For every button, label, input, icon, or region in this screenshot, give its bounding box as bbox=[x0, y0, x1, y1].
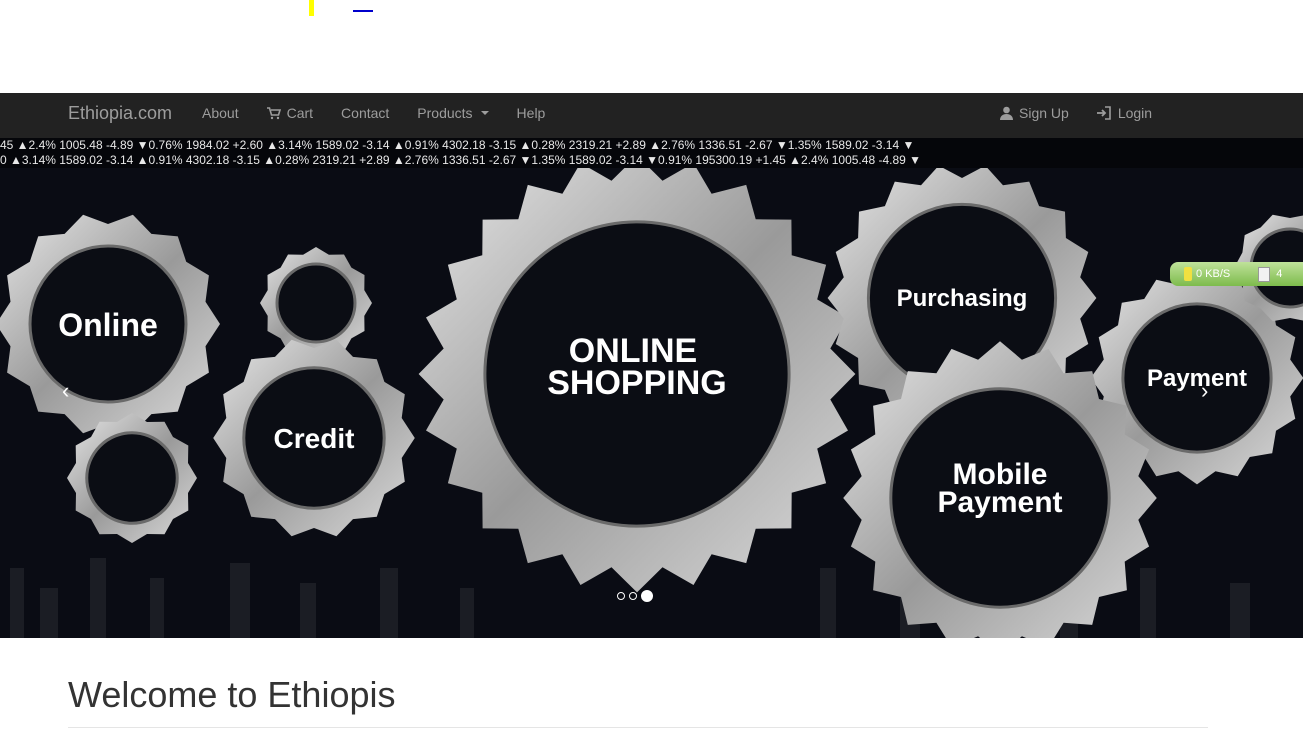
nav-right: Sign Up Login bbox=[986, 93, 1166, 133]
nav-login-label: Login bbox=[1117, 105, 1153, 121]
nav-contact[interactable]: Contact bbox=[327, 93, 403, 133]
nav-products-label: Products bbox=[417, 105, 473, 121]
nav-left: About Cart Contact Products Help bbox=[188, 93, 559, 133]
download-speed-icon bbox=[1184, 267, 1192, 281]
top-navbar: Ethiopia.com About Cart Contact Products… bbox=[0, 93, 1303, 138]
hero-carousel: 45 ▲2.4% 1005.48 -4.89 ▼0.76% 1984.02 +2… bbox=[0, 138, 1303, 638]
carousel-indicator-1[interactable] bbox=[617, 592, 625, 600]
nav-cart[interactable]: Cart bbox=[253, 93, 327, 133]
login-icon bbox=[1096, 106, 1111, 120]
speed-widget[interactable]: 0 KB/S 4 bbox=[1170, 262, 1303, 286]
nav-products-dropdown[interactable]: Products bbox=[403, 93, 502, 133]
brand-link[interactable]: Ethiopia.com bbox=[68, 93, 172, 133]
document-icon bbox=[1258, 266, 1271, 282]
nav-cart-label: Cart bbox=[286, 105, 314, 121]
welcome-heading: Welcome to Ethiopis bbox=[68, 674, 396, 715]
user-icon bbox=[1000, 106, 1013, 120]
heading-divider bbox=[68, 727, 1208, 728]
nav-about[interactable]: About bbox=[188, 93, 253, 133]
carousel-indicator-3[interactable] bbox=[641, 590, 653, 602]
nav-help[interactable]: Help bbox=[503, 93, 560, 133]
carousel-next-button[interactable]: › bbox=[1201, 378, 1208, 404]
carousel-indicators bbox=[617, 590, 653, 602]
ticker-row-2: 0 ▲3.14% 1589.02 -3.14 ▲0.91% 4302.18 -3… bbox=[0, 153, 922, 167]
shopping-cart-icon bbox=[266, 106, 281, 119]
speed-value: 0 KB/S bbox=[1196, 268, 1231, 280]
blue-underline-mark bbox=[353, 10, 373, 12]
annotation-marks bbox=[0, 0, 1303, 93]
widget-count: 4 bbox=[1276, 268, 1283, 280]
nav-help-label: Help bbox=[516, 105, 546, 121]
yellow-marker bbox=[309, 0, 314, 16]
nav-login[interactable]: Login bbox=[1083, 93, 1166, 133]
nav-signup[interactable]: Sign Up bbox=[986, 93, 1083, 133]
stock-ticker: 45 ▲2.4% 1005.48 -4.89 ▼0.76% 1984.02 +2… bbox=[0, 138, 1303, 168]
nav-contact-label: Contact bbox=[341, 105, 390, 121]
caret-down-icon bbox=[480, 111, 489, 115]
carousel-indicator-2[interactable] bbox=[629, 592, 637, 600]
nav-about-label: About bbox=[202, 105, 239, 121]
gears-banner-image bbox=[0, 138, 1303, 638]
gear-shape bbox=[418, 155, 856, 593]
nav-signup-label: Sign Up bbox=[1019, 105, 1069, 121]
ticker-row-1: 45 ▲2.4% 1005.48 -4.89 ▼0.76% 1984.02 +2… bbox=[0, 138, 915, 152]
carousel-prev-button[interactable]: ‹ bbox=[62, 378, 69, 404]
